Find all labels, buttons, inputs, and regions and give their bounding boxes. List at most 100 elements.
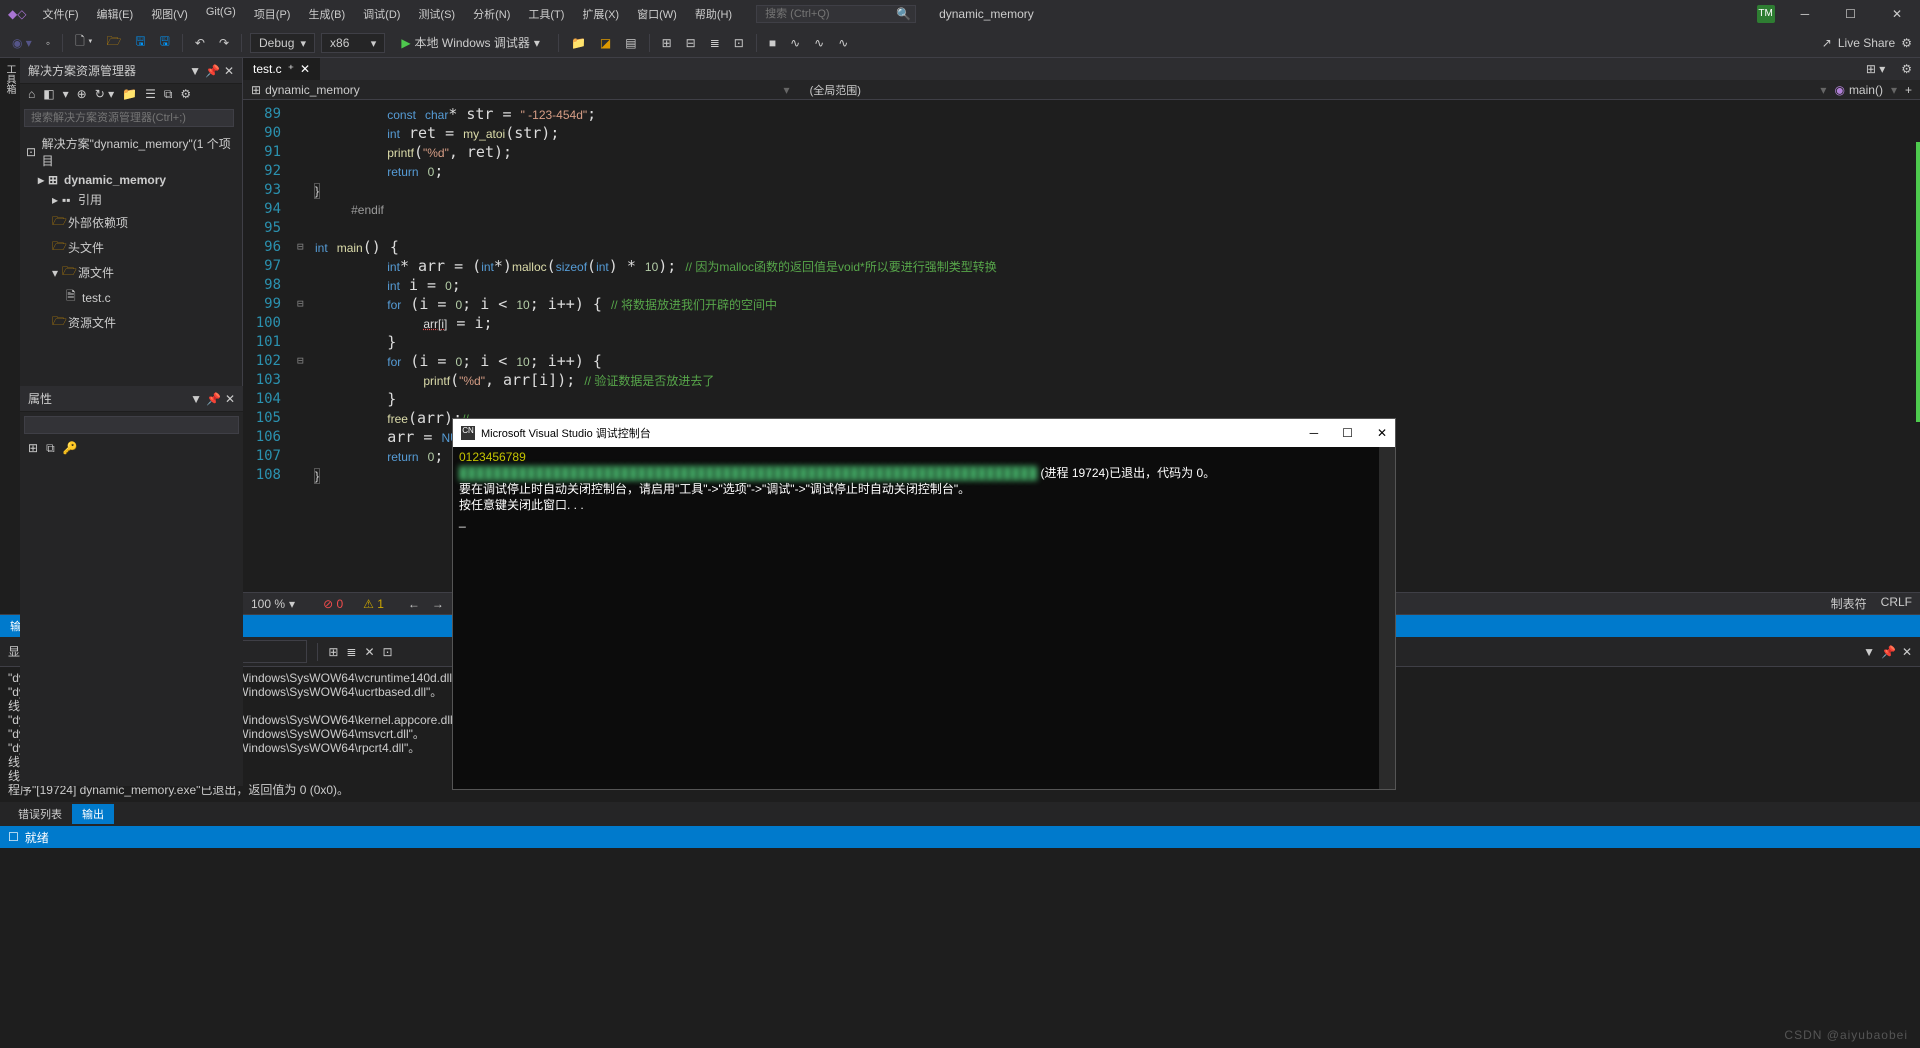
gear-icon[interactable]: ⚙: [1893, 58, 1920, 80]
search-icon[interactable]: 🔍: [896, 7, 911, 21]
console-body[interactable]: 0123456789 █████████████████████████████…: [453, 447, 1395, 789]
console-maximize-button[interactable]: ☐: [1342, 426, 1353, 440]
tb-icon-10[interactable]: ∿: [810, 34, 828, 52]
panel-close-icon[interactable]: ✕: [224, 64, 234, 78]
panel-close-icon[interactable]: ✕: [1902, 645, 1912, 659]
editor-scrollbar[interactable]: [1910, 100, 1920, 488]
menu-window[interactable]: 窗口(W): [629, 2, 685, 26]
refs-node[interactable]: ▸▪▪引用: [20, 189, 242, 210]
menu-analyze[interactable]: 分析(N): [465, 2, 518, 26]
home-icon[interactable]: ⌂: [28, 87, 35, 102]
tool-icon-1[interactable]: ◧: [43, 87, 54, 102]
menu-git[interactable]: Git(G): [198, 2, 244, 26]
tool-icon-4[interactable]: ↻ ▾: [95, 87, 114, 102]
props-icon-3[interactable]: 🔑: [63, 441, 78, 456]
open-icon[interactable]: 🗁: [103, 30, 126, 55]
console-scrollbar[interactable]: [1379, 447, 1395, 789]
tab-pin-icon[interactable]: ⁺: [288, 62, 294, 76]
panel-dropdown-icon[interactable]: ▼: [189, 64, 201, 78]
panel-dropdown-icon[interactable]: ▼: [1863, 645, 1875, 659]
close-button[interactable]: ✕: [1882, 5, 1912, 23]
save-all-icon[interactable]: 🖫: [156, 30, 174, 55]
menu-tools[interactable]: 工具(T): [520, 2, 572, 26]
testc-node[interactable]: 🗎test.c: [20, 285, 242, 310]
headers-node[interactable]: 🗁头文件: [20, 235, 242, 260]
tb-icon-1[interactable]: 📁: [567, 34, 590, 52]
menu-edit[interactable]: 编辑(E): [89, 2, 142, 26]
panel-pin-icon[interactable]: 📌: [205, 64, 220, 78]
tb-icon-9[interactable]: ∿: [786, 34, 804, 52]
minimize-button[interactable]: ─: [1791, 5, 1820, 23]
line-ending[interactable]: CRLF: [1881, 595, 1912, 612]
nav-fwd-icon[interactable]: →: [432, 597, 444, 611]
tool-icon-5[interactable]: 📁: [122, 87, 137, 102]
breadcrumb-function[interactable]: ◉main(): [1834, 83, 1883, 97]
save-icon[interactable]: 🖫: [131, 30, 149, 55]
tb-icon-3[interactable]: ▤: [621, 34, 640, 52]
tab-output[interactable]: 输出: [72, 804, 114, 824]
config-dropdown[interactable]: Debug ▾: [250, 33, 315, 53]
console-close-button[interactable]: ✕: [1377, 426, 1387, 440]
output-tb-icon1[interactable]: ⊞: [328, 645, 338, 659]
console-minimize-button[interactable]: ─: [1310, 426, 1319, 440]
panel-pin-icon[interactable]: 📌: [1881, 645, 1896, 659]
tool-icon-3[interactable]: ⊕: [77, 87, 87, 102]
tb-icon-8[interactable]: ■: [765, 34, 780, 52]
tb-icon-2[interactable]: ◪: [596, 34, 615, 52]
menu-file[interactable]: 文件(F): [34, 2, 86, 26]
side-tab-toolbox[interactable]: 工具箱: [0, 58, 19, 100]
menu-project[interactable]: 项目(P): [246, 2, 299, 26]
editor-tab-testc[interactable]: test.c ⁺ ✕: [243, 58, 320, 80]
solution-search-input[interactable]: [24, 109, 234, 127]
indent-mode[interactable]: 制表符: [1831, 595, 1867, 612]
platform-dropdown[interactable]: x86 ▾: [321, 33, 385, 53]
panel-close-icon[interactable]: ✕: [225, 392, 235, 406]
forward-icon[interactable]: ◦: [42, 34, 54, 52]
output-tb-icon3[interactable]: ✕: [364, 645, 374, 659]
liveshare-ext-icon[interactable]: ⚙: [1901, 36, 1912, 50]
project-node[interactable]: ▸⊞dynamic_memory: [20, 171, 242, 189]
warning-count[interactable]: ⚠ 1: [363, 597, 384, 611]
resources-node[interactable]: 🗁资源文件: [20, 310, 242, 335]
tool-icon-2[interactable]: ▾: [63, 87, 69, 102]
panel-dropdown-icon[interactable]: ▼: [190, 392, 202, 406]
tool-icon-8[interactable]: ⚙: [180, 87, 191, 102]
console-titlebar[interactable]: CN Microsoft Visual Studio 调试控制台 ─ ☐ ✕: [453, 419, 1395, 447]
editor-split-icon[interactable]: ⊞ ▾: [1858, 58, 1893, 80]
menu-debug[interactable]: 调试(D): [355, 2, 408, 26]
new-icon[interactable]: 🗋 ▾: [71, 30, 96, 55]
external-node[interactable]: 🗁外部依赖项: [20, 210, 242, 235]
liveshare-button[interactable]: Live Share: [1838, 36, 1895, 50]
tb-icon-7[interactable]: ⊡: [730, 34, 748, 52]
menu-help[interactable]: 帮助(H): [687, 2, 740, 26]
menu-extensions[interactable]: 扩展(X): [574, 2, 627, 26]
tab-close-icon[interactable]: ✕: [300, 62, 310, 76]
menu-test[interactable]: 测试(S): [410, 2, 463, 26]
tool-icon-6[interactable]: ☰: [145, 87, 156, 102]
panel-pin-icon[interactable]: 📌: [206, 392, 221, 406]
sources-node[interactable]: ▾🗁源文件: [20, 260, 242, 285]
zoom-level[interactable]: 100 %: [251, 597, 285, 611]
add-icon[interactable]: +: [1905, 83, 1912, 97]
nav-back-icon[interactable]: ←: [408, 597, 420, 611]
tb-icon-5[interactable]: ⊟: [682, 34, 700, 52]
redo-icon[interactable]: ↷: [215, 34, 233, 52]
maximize-button[interactable]: ☐: [1835, 5, 1866, 23]
props-icon-2[interactable]: ⧉: [46, 441, 55, 456]
tool-icon-7[interactable]: ⧉: [164, 87, 173, 102]
tb-icon-6[interactable]: ≣: [706, 34, 724, 52]
solution-node[interactable]: ⊡解决方案"dynamic_memory"(1 个项目: [20, 133, 242, 171]
menu-build[interactable]: 生成(B): [300, 2, 353, 26]
breadcrumb-scope[interactable]: (全局范围): [810, 82, 861, 98]
tb-icon-11[interactable]: ∿: [834, 34, 852, 52]
run-button[interactable]: ▶本地 Windows 调试器 ▾: [391, 32, 550, 53]
props-icon-1[interactable]: ⊞: [28, 441, 38, 456]
avatar[interactable]: TM: [1757, 5, 1775, 23]
output-tb-icon4[interactable]: ⊡: [383, 645, 393, 659]
tab-error-list[interactable]: 错误列表: [8, 804, 72, 824]
undo-icon[interactable]: ↶: [191, 34, 209, 52]
error-count[interactable]: ⊘ 0: [323, 597, 343, 611]
output-tb-icon2[interactable]: ≣: [346, 645, 356, 659]
back-icon[interactable]: ◉ ▾: [8, 34, 36, 52]
breadcrumb-project[interactable]: ⊞dynamic_memory: [251, 83, 360, 97]
